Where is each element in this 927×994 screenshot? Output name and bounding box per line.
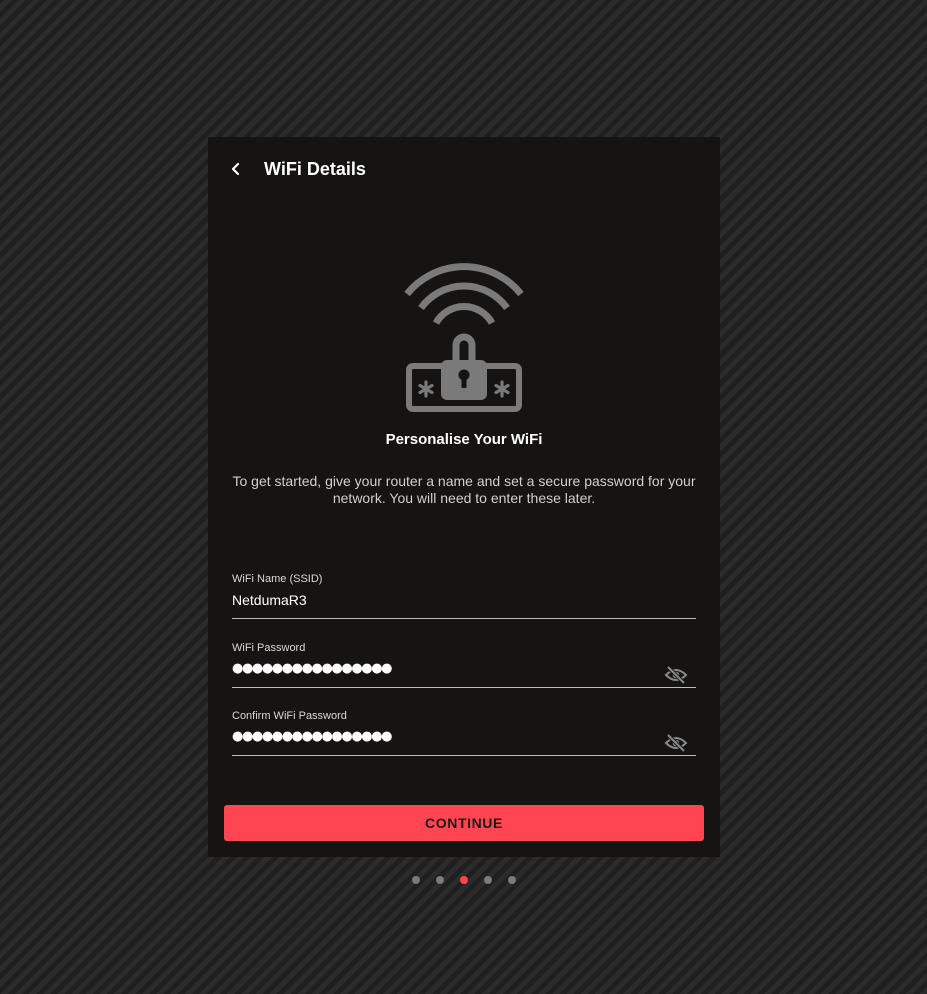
page-title: WiFi Details	[264, 159, 366, 179]
step-dot-1	[412, 876, 420, 884]
step-indicator	[0, 876, 927, 886]
continue-button[interactable]: CONTINUE	[224, 805, 704, 841]
step-dot-2	[436, 876, 444, 884]
section-description: To get started, give your router a name …	[232, 473, 696, 506]
chevron-left-icon	[231, 162, 240, 176]
toggle-confirm-password-visibility-button[interactable]	[664, 733, 688, 753]
password-field[interactable]: WiFi Password ●●●●●●●●●●●●●●●●	[232, 641, 696, 688]
section-heading: Personalise Your WiFi	[385, 431, 543, 448]
eye-off-icon	[664, 733, 688, 753]
setup-card: WiFi Details Personalise Your WiFi To ge…	[208, 137, 720, 857]
wifi-lock-password-icon	[394, 263, 534, 415]
confirm-password-field[interactable]: Confirm WiFi Password ●●●●●●●●●●●●●●●●	[232, 709, 696, 756]
toggle-password-visibility-button[interactable]	[664, 665, 688, 685]
step-dot-4	[484, 876, 492, 884]
confirm-password-label: Confirm WiFi Password	[232, 710, 347, 722]
ssid-label: WiFi Name (SSID)	[232, 573, 323, 585]
step-dot-5	[508, 876, 516, 884]
back-button[interactable]	[224, 156, 248, 182]
confirm-password-input[interactable]: ●●●●●●●●●●●●●●●●	[232, 730, 392, 744]
eye-off-icon	[664, 665, 688, 685]
ssid-field[interactable]: WiFi Name (SSID) NetdumaR3	[232, 572, 696, 619]
password-label: WiFi Password	[232, 642, 306, 654]
password-input[interactable]: ●●●●●●●●●●●●●●●●	[232, 662, 392, 676]
card-header: WiFi Details	[208, 137, 720, 201]
step-dot-3-active	[460, 876, 468, 884]
ssid-input[interactable]: NetdumaR3	[232, 591, 307, 609]
